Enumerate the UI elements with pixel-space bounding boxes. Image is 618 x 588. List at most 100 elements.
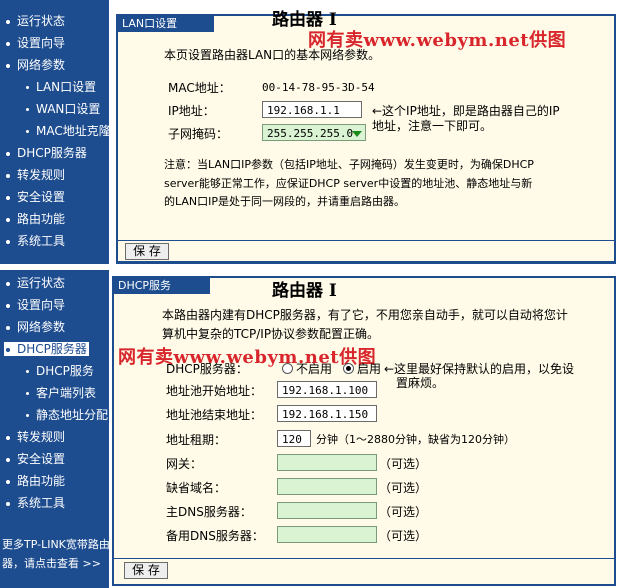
- sidebar-item-routing[interactable]: 路由功能: [6, 212, 65, 226]
- ip-label: IP地址：: [168, 104, 215, 118]
- bullet-icon: [26, 414, 29, 417]
- panel-header: LAN口设置: [118, 16, 214, 32]
- ip-note: 地址，注意一下即可。: [372, 119, 493, 133]
- optional-hint: （可选）: [379, 457, 428, 471]
- sidebar-item-label: MAC地址克隆: [36, 124, 111, 138]
- sidebar-item-label: 运行状态: [17, 276, 66, 290]
- secondary-dns-label: 备用DNS服务器：: [166, 529, 264, 543]
- divider: [118, 240, 614, 241]
- sidebar-item-status[interactable]: 运行状态: [6, 276, 65, 290]
- mac-value: 00-14-78-95-3D-54: [262, 81, 375, 94]
- sidebar-item-security[interactable]: 安全设置: [6, 190, 65, 204]
- sidebar-item-label: 客户端列表: [36, 386, 97, 400]
- divider: [118, 261, 614, 262]
- lease-input[interactable]: 120: [277, 430, 311, 447]
- sidebar-item-label: LAN口设置: [36, 80, 97, 94]
- optional-hint: （可选）: [379, 481, 428, 495]
- bullet-icon: [6, 19, 10, 24]
- notice-text: server能够正常工作，应保证DHCP server中设置的地址池、静态地址与…: [164, 177, 533, 190]
- optional-hint: （可选）: [379, 505, 428, 519]
- primary-dns-input[interactable]: [277, 502, 377, 519]
- page-title: 路由器 I: [272, 281, 337, 301]
- sidebar-item-label: DHCP服务: [36, 364, 94, 378]
- sidebar-item-network[interactable]: 网络参数: [6, 320, 65, 334]
- more-products-link[interactable]: 器，请点击查看 >>: [2, 557, 101, 571]
- chevron-down-icon[interactable]: [352, 131, 362, 137]
- sidebar-item-status[interactable]: 运行状态: [6, 14, 65, 28]
- sidebar-top: 运行状态 设置向导 网络参数 LAN口设置 WAN口设置 MAC地址克隆 DHC…: [0, 0, 111, 264]
- ip-address-input[interactable]: 192.168.1.1: [262, 101, 362, 118]
- sidebar-item-static-address[interactable]: 静态地址分配: [26, 408, 108, 422]
- bullet-icon: [6, 501, 10, 506]
- intro-text: 本路由器内建有DHCP服务器，有了它，不用您亲自动手，就可以自动将您计: [162, 308, 568, 322]
- lease-unit: 分钟（1～2880分钟，缺省为120分钟）: [316, 433, 515, 446]
- dhcp-note: 置麻烦。: [396, 376, 445, 390]
- bullet-icon: [6, 173, 10, 178]
- bullet-icon: [6, 281, 10, 286]
- bullet-icon: [26, 108, 29, 111]
- sidebar-item-network[interactable]: 网络参数: [6, 58, 65, 72]
- sidebar-item-tools[interactable]: 系统工具: [6, 496, 65, 510]
- sidebar-item-dhcp[interactable]: DHCP服务器: [4, 342, 89, 356]
- sidebar-item-dhcp[interactable]: DHCP服务器: [6, 146, 87, 160]
- domain-input[interactable]: [277, 478, 377, 495]
- sidebar-item-mac-clone[interactable]: MAC地址克隆: [26, 124, 111, 138]
- subnet-mask-value: 255.255.255.0: [267, 127, 354, 140]
- dhcp-disable-radio[interactable]: [282, 363, 293, 374]
- sidebar-item-label: DHCP服务器: [17, 342, 87, 356]
- sidebar-item-label: 网络参数: [17, 320, 66, 334]
- bullet-icon: [6, 303, 10, 308]
- sidebar-item-security[interactable]: 安全设置: [6, 452, 65, 466]
- sidebar-item-label: 安全设置: [17, 452, 66, 466]
- sidebar-item-lan[interactable]: LAN口设置: [26, 80, 96, 94]
- domain-label: 缺省域名：: [166, 481, 227, 495]
- sidebar-item-routing[interactable]: 路由功能: [6, 474, 65, 488]
- bullet-icon: [6, 195, 10, 200]
- ip-note: ←这个IP地址，即是路由器自己的IP: [372, 104, 560, 118]
- sidebar-item-wizard[interactable]: 设置向导: [6, 36, 65, 50]
- gateway-label: 网关：: [166, 457, 203, 471]
- sidebar-item-label: 转发规则: [17, 168, 66, 182]
- bullet-icon: [6, 325, 10, 330]
- more-products-link[interactable]: 更多TP-LINK宽带路由: [2, 538, 110, 552]
- sidebar-item-wizard[interactable]: 设置向导: [6, 298, 65, 312]
- dhcp-disable-label: 不启用: [296, 362, 333, 376]
- bullet-icon: [6, 347, 10, 352]
- primary-dns-label: 主DNS服务器：: [166, 505, 252, 519]
- bullet-icon: [26, 392, 29, 395]
- sidebar-item-label: 转发规则: [17, 430, 66, 444]
- sidebar-item-label: 网络参数: [17, 58, 66, 72]
- mac-label: MAC地址：: [168, 81, 231, 95]
- pool-end-input[interactable]: 192.168.1.150: [277, 405, 377, 422]
- lease-label: 地址租期：: [166, 433, 227, 447]
- bullet-icon: [6, 41, 10, 46]
- bullet-icon: [6, 217, 10, 222]
- dhcp-enable-radio[interactable]: [343, 363, 354, 374]
- bullet-icon: [26, 130, 29, 133]
- sidebar-item-tools[interactable]: 系统工具: [6, 234, 65, 248]
- pool-start-input[interactable]: 192.168.1.100: [277, 381, 377, 398]
- dhcp-enable-label: 启用: [357, 362, 382, 376]
- gateway-input[interactable]: [277, 454, 377, 471]
- sidebar-item-label: 系统工具: [17, 496, 66, 510]
- secondary-dns-input[interactable]: [277, 526, 377, 543]
- sidebar-item-dhcp-service[interactable]: DHCP服务: [26, 364, 94, 378]
- intro-text: 算机中复杂的TCP/IP协议参数配置正确。: [162, 327, 380, 341]
- bullet-icon: [6, 239, 10, 244]
- save-button[interactable]: 保 存: [124, 562, 168, 579]
- sidebar-item-label: 安全设置: [17, 190, 66, 204]
- sidebar-item-wan[interactable]: WAN口设置: [26, 102, 100, 116]
- dhcp-note: ←这里最好保持默认的启用，以免设: [384, 362, 575, 376]
- divider: [114, 558, 614, 559]
- notice-text: 注意：当LAN口IP参数（包括IP地址、子网掩码）发生变更时，为确保DHCP: [164, 158, 534, 171]
- sidebar-item-client-list[interactable]: 客户端列表: [26, 386, 96, 400]
- subnet-mask-select[interactable]: 255.255.255.0: [262, 124, 366, 141]
- save-button[interactable]: 保 存: [125, 243, 169, 260]
- sidebar-item-forwarding[interactable]: 转发规则: [6, 430, 65, 444]
- bullet-icon: [6, 457, 10, 462]
- bullet-icon: [6, 435, 10, 440]
- optional-hint: （可选）: [379, 529, 428, 543]
- sidebar-item-forwarding[interactable]: 转发规则: [6, 168, 65, 182]
- mask-label: 子网掩码：: [168, 127, 229, 141]
- sidebar-item-label: 系统工具: [17, 234, 66, 248]
